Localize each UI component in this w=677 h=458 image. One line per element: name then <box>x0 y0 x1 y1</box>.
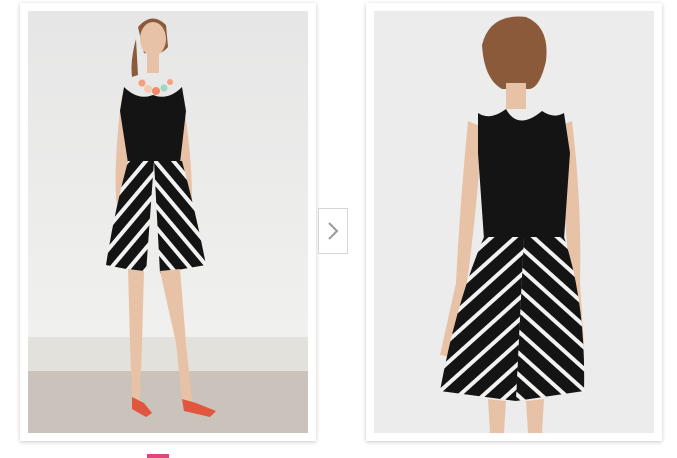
next-photo-button[interactable] <box>318 208 348 254</box>
product-photo-front[interactable] <box>20 3 316 441</box>
model-back-view-photo <box>374 11 654 433</box>
carousel-pager-indicator[interactable] <box>147 454 169 458</box>
product-photo-back[interactable] <box>366 3 662 441</box>
model-front-view-photo <box>28 11 308 433</box>
chevron-right-icon <box>328 222 339 240</box>
